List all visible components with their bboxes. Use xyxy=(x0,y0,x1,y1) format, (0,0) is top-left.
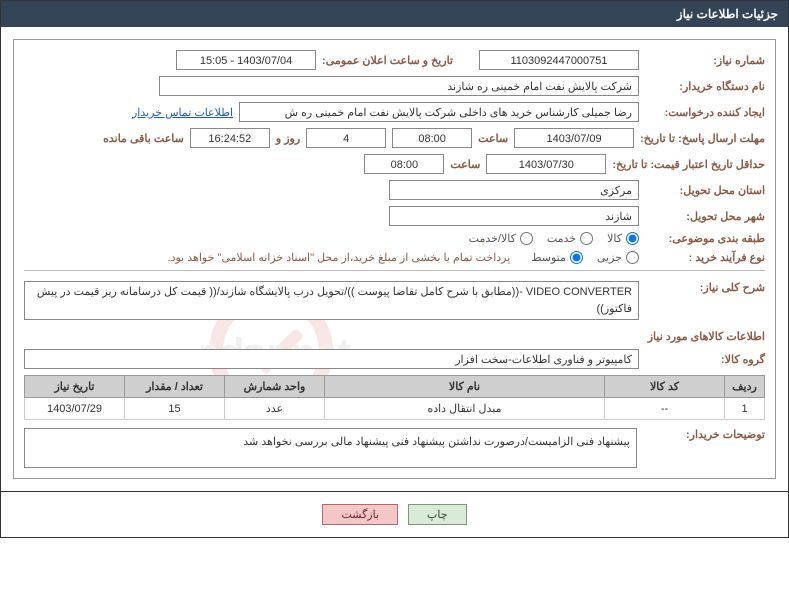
process-label: نوع فرآیند خرید : xyxy=(645,251,765,264)
countdown-value: 16:24:52 xyxy=(190,128,270,148)
cat-service-radio[interactable] xyxy=(580,232,593,245)
cat-both-option[interactable]: کالا/خدمت xyxy=(469,232,533,245)
cat-goods-radio[interactable] xyxy=(626,232,639,245)
city-label: شهر محل تحویل: xyxy=(645,210,765,223)
cell-row: 1 xyxy=(725,398,765,420)
price-valid-label: حداقل تاریخ اعتبار قیمت: تا تاریخ: xyxy=(612,158,765,171)
proc-small-option[interactable]: جزیی xyxy=(597,251,639,264)
city-value: شازند xyxy=(389,206,639,226)
contact-buyer-link[interactable]: اطلاعات تماس خریدار xyxy=(132,106,233,119)
print-button[interactable]: چاپ xyxy=(408,504,467,525)
summary-label: شرح کلی نیاز: xyxy=(645,281,765,294)
cat-goods-option[interactable]: کالا xyxy=(607,232,639,245)
items-table: ردیف کد کالا نام کالا واحد شمارش تعداد /… xyxy=(24,375,765,420)
th-row: ردیف xyxy=(725,376,765,398)
province-label: استان محل تحویل: xyxy=(645,184,765,197)
price-valid-time: 08:00 xyxy=(364,154,444,174)
remaining-label: ساعت باقی مانده xyxy=(103,132,184,145)
reply-time-value: 08:00 xyxy=(392,128,472,148)
cell-code: -- xyxy=(605,398,725,420)
group-label: گروه کالا: xyxy=(645,353,765,366)
reply-time-label: ساعت xyxy=(478,132,508,145)
items-section-title: اطلاعات کالاهای مورد نیاز xyxy=(24,330,765,343)
panel-title: جزئیات اطلاعات نیاز xyxy=(677,7,778,21)
cat-service-option[interactable]: خدمت xyxy=(547,232,593,245)
requester-value: رضا جمیلی کارشناس خرید های داخلی شرکت پا… xyxy=(239,102,639,122)
cell-name: مبدل انتقال داده xyxy=(325,398,605,420)
proc-medium-radio[interactable] xyxy=(570,251,583,264)
buyer-org-value: شرکت پالایش نفت امام خمینی ره شازند xyxy=(159,76,639,96)
announce-label: تاریخ و ساعت اعلان عمومی: xyxy=(322,54,453,67)
proc-small-radio[interactable] xyxy=(626,251,639,264)
buyer-org-label: نام دستگاه خریدار: xyxy=(645,80,765,93)
th-date: تاریخ نیاز xyxy=(25,376,125,398)
category-label: طبقه بندی موضوعی: xyxy=(645,232,765,245)
province-value: مرکزی xyxy=(389,180,639,200)
back-button[interactable]: بازگشت xyxy=(322,504,398,525)
price-valid-date: 1403/07/30 xyxy=(486,154,606,174)
divider xyxy=(24,270,765,271)
cell-date: 1403/07/29 xyxy=(25,398,125,420)
th-unit: واحد شمارش xyxy=(225,376,325,398)
cell-qty: 15 xyxy=(125,398,225,420)
th-code: کد کالا xyxy=(605,376,725,398)
reply-date-value: 1403/07/09 xyxy=(514,128,634,148)
desc-value: پیشنهاد فنی الزامیست/درصورت نداشتن پیشنه… xyxy=(24,428,637,468)
need-no-label: شماره نیاز: xyxy=(645,54,765,67)
group-value: کامپیوتر و فناوری اطلاعات-سخت افزار xyxy=(24,349,639,369)
days-value: 4 xyxy=(306,128,386,148)
th-name: نام کالا xyxy=(325,376,605,398)
requester-label: ایجاد کننده درخواست: xyxy=(645,106,765,119)
summary-value: VIDEO CONVERTER -((مطابق با شرح کامل تقا… xyxy=(24,281,639,320)
cell-unit: عدد xyxy=(225,398,325,420)
price-valid-time-label: ساعت xyxy=(450,158,480,171)
days-and-label: روز و xyxy=(276,132,300,145)
desc-label: توضیحات خریدار: xyxy=(645,428,765,441)
panel-header: جزئیات اطلاعات نیاز xyxy=(1,1,788,27)
reply-deadline-label: مهلت ارسال پاسخ: تا تاریخ: xyxy=(640,132,765,145)
need-no-value: 1103092447000751 xyxy=(479,50,639,70)
payment-note: پرداخت تمام یا بخشی از مبلغ خرید،از محل … xyxy=(168,251,511,264)
table-row[interactable]: 1 -- مبدل انتقال داده عدد 15 1403/07/29 xyxy=(25,398,765,420)
category-radios: کالا خدمت کالا/خدمت xyxy=(469,232,639,245)
proc-medium-option[interactable]: متوسط xyxy=(531,251,583,264)
cat-both-radio[interactable] xyxy=(520,232,533,245)
th-qty: تعداد / مقدار xyxy=(125,376,225,398)
announce-value: 1403/07/04 - 15:05 xyxy=(176,50,316,70)
process-radios: جزیی متوسط xyxy=(531,251,639,264)
